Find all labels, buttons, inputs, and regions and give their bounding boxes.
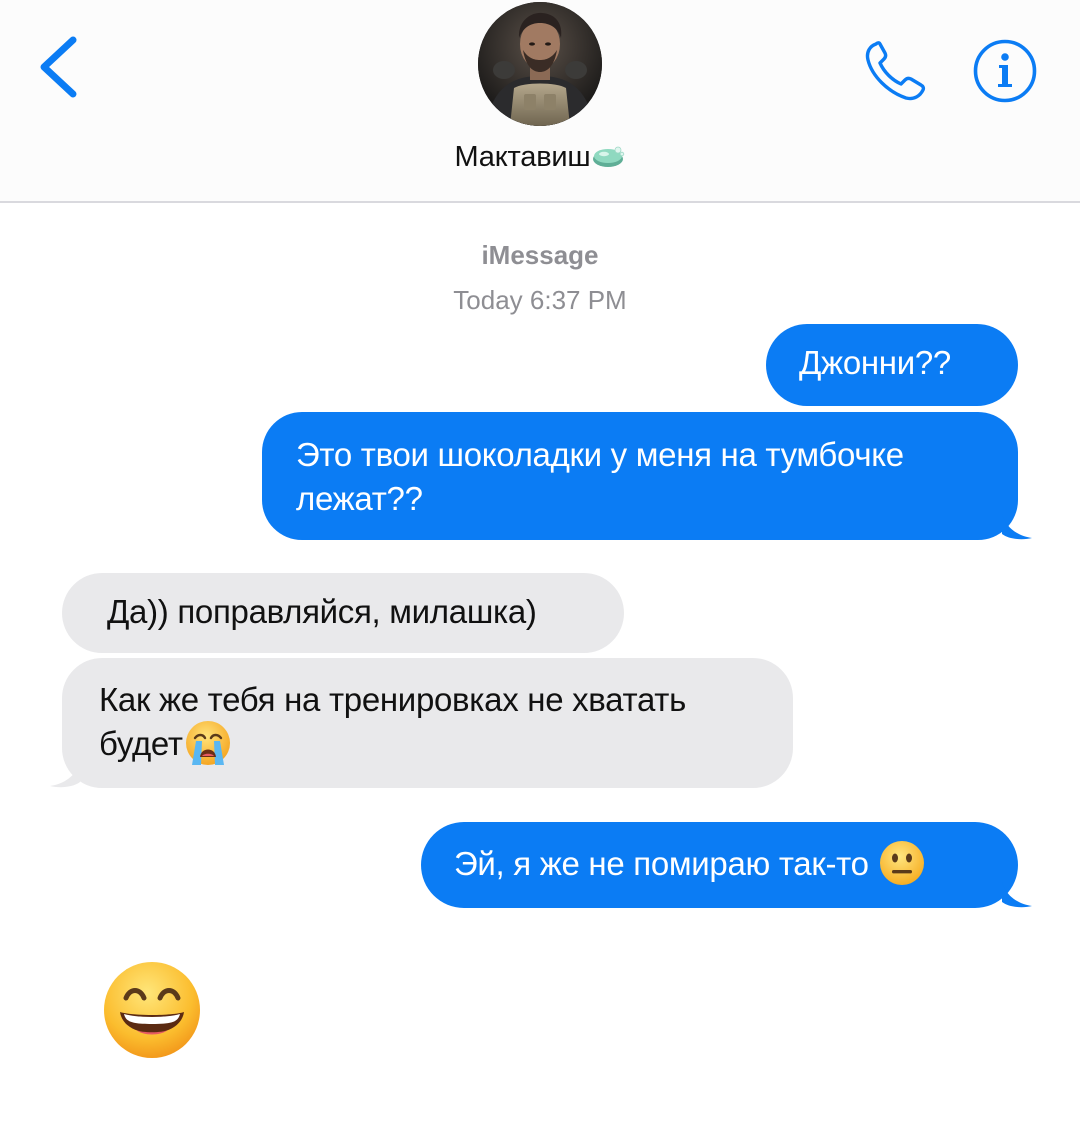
incoming-message-bubble[interactable]: Да)) поправляйся, милашка) bbox=[62, 573, 624, 653]
message-timestamp: Today 6:37 PM bbox=[453, 285, 627, 315]
phone-icon bbox=[865, 41, 926, 101]
service-label: iMessage bbox=[481, 240, 599, 270]
info-button[interactable] bbox=[972, 38, 1038, 104]
outgoing-message-bubble[interactable]: Эй, я же не помираю так-то bbox=[421, 822, 1018, 908]
outgoing-message-bubble[interactable]: Джонни?? bbox=[766, 324, 1018, 406]
bubble-tail bbox=[1002, 882, 1032, 908]
contact-name-row[interactable]: Мактавиш bbox=[0, 141, 1080, 174]
back-button[interactable] bbox=[30, 30, 90, 102]
message-text: Джонни?? bbox=[799, 344, 951, 381]
conversation-header: Мактавиш bbox=[0, 0, 1080, 203]
neutral-face-emoji bbox=[878, 839, 926, 887]
message-text: Это твои шоколадки у меня на тумбочке ле… bbox=[296, 436, 904, 517]
incoming-message-bubble[interactable]: Как же тебя на тренировках не хватать бу… bbox=[62, 658, 793, 788]
outgoing-message-bubble[interactable]: Это твои шоколадки у меня на тумбочке ле… bbox=[262, 412, 1018, 540]
contact-avatar[interactable] bbox=[478, 2, 602, 126]
avatar-photo bbox=[478, 2, 602, 126]
grinning-squinting-face-emoji[interactable] bbox=[102, 960, 202, 1060]
loudly-crying-face-emoji bbox=[184, 719, 232, 767]
chevron-left-icon bbox=[40, 36, 77, 98]
contact-name: Мактавиш bbox=[454, 141, 591, 173]
info-icon bbox=[973, 39, 1037, 103]
bubble-tail bbox=[50, 762, 80, 788]
bubble-tail bbox=[1002, 514, 1032, 540]
message-text: Да)) поправляйся, милашка) bbox=[107, 593, 537, 630]
call-button[interactable] bbox=[862, 38, 932, 104]
message-text: Эй, я же не помираю так-то bbox=[454, 845, 878, 882]
soap-icon bbox=[591, 144, 625, 168]
